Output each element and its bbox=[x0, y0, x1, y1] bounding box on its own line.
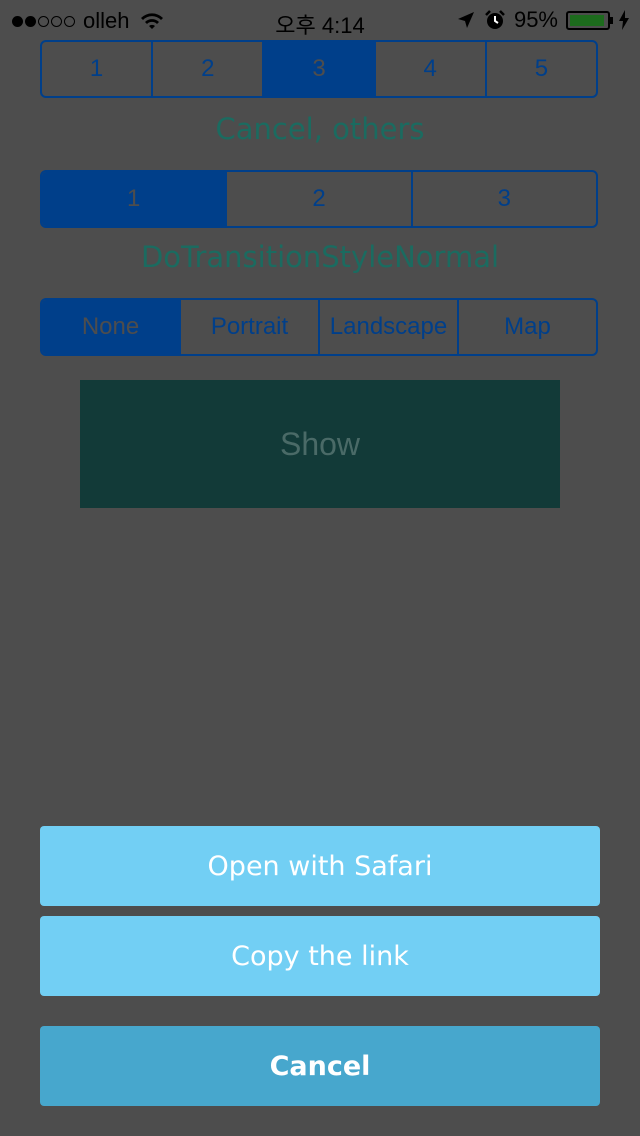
location-arrow-icon bbox=[457, 12, 474, 28]
open-with-safari-button[interactable]: Open with Safari bbox=[40, 826, 600, 906]
caption-transition-style: DoTransitionStyleNormal bbox=[140, 240, 500, 274]
segment-map[interactable]: Map bbox=[457, 300, 596, 354]
charging-bolt-icon bbox=[619, 10, 629, 30]
segmented-control-orientation: None Portrait Landscape Map bbox=[40, 298, 598, 356]
segment-2[interactable]: 2 bbox=[225, 172, 410, 226]
battery-percent: 95% bbox=[513, 7, 558, 32]
segment-5[interactable]: 5 bbox=[484, 42, 596, 96]
status-bar: olleh 오후 4:14 95% bbox=[0, 0, 640, 40]
segment-1[interactable]: 1 bbox=[42, 172, 226, 226]
battery-icon bbox=[566, 10, 613, 30]
segment-3[interactable]: 3 bbox=[410, 172, 596, 226]
show-button[interactable]: Show bbox=[80, 380, 560, 508]
caption-cancel-others: Cancel, others bbox=[215, 112, 425, 146]
segment-3[interactable]: 3 bbox=[262, 42, 374, 96]
segment-2[interactable]: 2 bbox=[151, 42, 262, 96]
segment-portrait[interactable]: Portrait bbox=[179, 300, 318, 354]
segmented-control-numbers-3: 123 bbox=[40, 170, 598, 228]
copy-link-button[interactable]: Copy the link bbox=[40, 916, 600, 996]
segment-1[interactable]: 1 bbox=[42, 42, 151, 96]
segment-4[interactable]: 4 bbox=[373, 42, 485, 96]
status-right: 95% bbox=[456, 7, 630, 33]
segment-none[interactable]: None bbox=[42, 300, 179, 354]
segmented-control-numbers-5: 12345 bbox=[40, 40, 598, 98]
cancel-button[interactable]: Cancel bbox=[40, 1026, 600, 1106]
segment-landscape[interactable]: Landscape bbox=[318, 300, 457, 354]
alarm-icon bbox=[485, 10, 505, 29]
